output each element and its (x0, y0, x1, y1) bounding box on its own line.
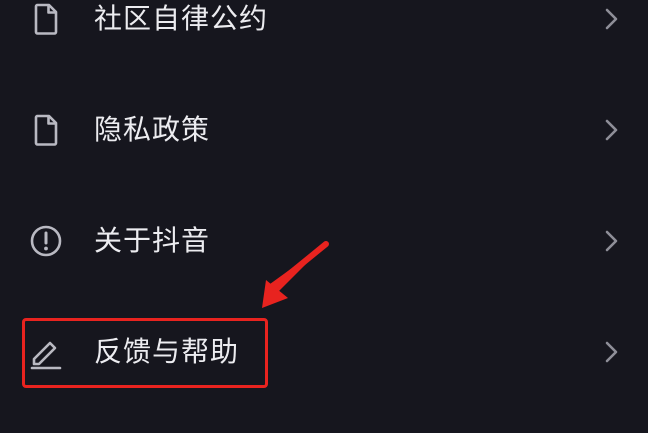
info-circle-icon (28, 223, 64, 259)
annotation-highlight-box (22, 318, 268, 388)
chevron-right-icon (600, 339, 624, 365)
menu-item-privacy-policy[interactable]: 隐私政策 (0, 75, 648, 185)
annotation-arrow-icon (240, 236, 340, 316)
chevron-right-icon (600, 117, 624, 143)
menu-item-label: 社区自律公约 (94, 2, 269, 35)
document-icon (28, 112, 64, 148)
chevron-right-icon (600, 6, 624, 32)
menu-item-label: 隐私政策 (94, 113, 211, 146)
menu-item-community-guidelines[interactable]: 社区自律公约 (0, 0, 648, 74)
menu-item-label: 关于抖音 (94, 224, 211, 257)
chevron-right-icon (600, 228, 624, 254)
document-icon (28, 1, 64, 37)
